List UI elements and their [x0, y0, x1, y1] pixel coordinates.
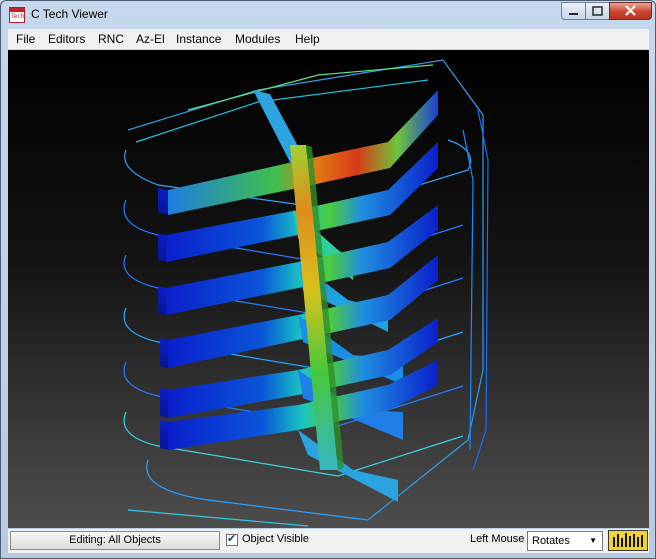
checkmark-icon: ✔	[227, 532, 237, 545]
editing-objects-button[interactable]: Editing: All Objects	[10, 531, 220, 550]
menu-rnc[interactable]: RNC	[98, 32, 124, 46]
left-mouse-label: Left Mouse	[470, 533, 525, 545]
app-logo-text: Tech	[11, 13, 25, 20]
app-logo-icon: Tech	[9, 7, 25, 23]
menu-help[interactable]: Help	[295, 32, 320, 46]
status-bar: Editing: All Objects ✔ Object Visible Le…	[8, 529, 649, 553]
maximize-icon	[592, 6, 603, 16]
menu-editors[interactable]: Editors	[48, 32, 85, 46]
3d-model-render	[123, 59, 489, 527]
chevron-down-icon: ▼	[589, 536, 597, 545]
menu-az-el[interactable]: Az-El	[136, 32, 165, 46]
title-bar[interactable]: Tech C Tech Viewer	[1, 1, 655, 29]
window-title: C Tech Viewer	[31, 7, 108, 21]
menu-file[interactable]: File	[16, 32, 35, 46]
minimize-icon	[569, 13, 578, 15]
app-window: Tech C Tech Viewer File Editors RNC Az-E…	[0, 0, 656, 559]
close-icon	[625, 5, 636, 16]
close-button[interactable]	[609, 2, 652, 20]
left-mouse-mode-select[interactable]: Rotates ▼	[527, 531, 603, 551]
left-mouse-mode-value: Rotates	[532, 535, 570, 547]
maximize-button[interactable]	[585, 2, 610, 20]
object-visible-checkbox[interactable]: ✔	[226, 532, 238, 546]
activity-meter-icon[interactable]	[608, 530, 648, 551]
minimize-button[interactable]	[561, 2, 586, 20]
3d-viewport[interactable]	[8, 50, 649, 528]
menu-instance[interactable]: Instance	[176, 32, 221, 46]
object-visible-label: Object Visible	[242, 533, 310, 545]
menu-bar: File Editors RNC Az-El Instance Modules …	[8, 29, 649, 50]
menu-modules[interactable]: Modules	[235, 32, 280, 46]
